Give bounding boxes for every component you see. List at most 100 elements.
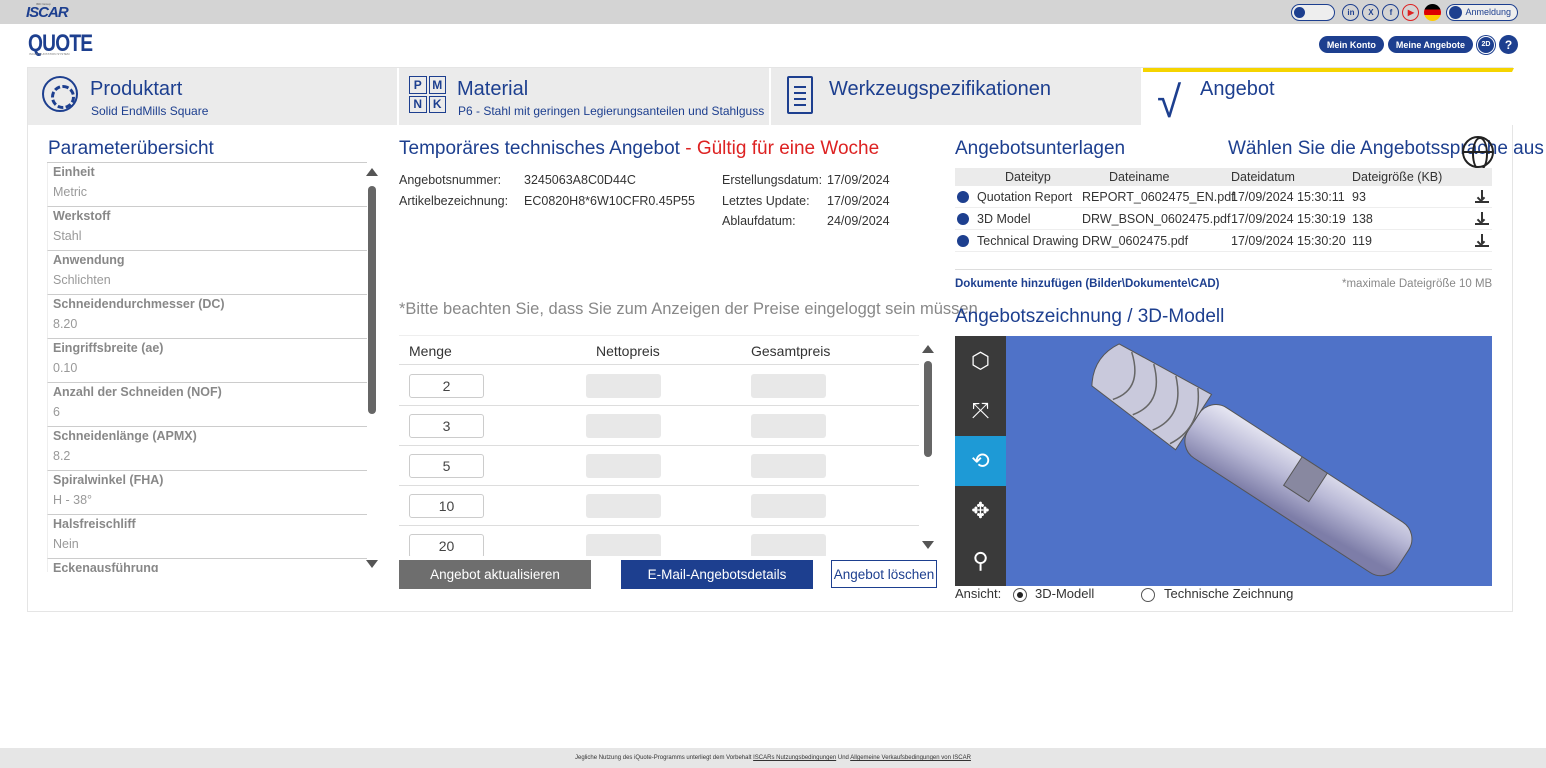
- view-label: Ansicht:: [955, 586, 1002, 601]
- download-icon[interactable]: [1474, 233, 1490, 249]
- quantity-input[interactable]: 5: [409, 454, 484, 478]
- scroll-thumb[interactable]: [924, 361, 932, 457]
- login-button[interactable]: Anmeldung: [1446, 3, 1518, 21]
- expiry-date: 24/09/2024: [827, 214, 890, 228]
- download-icon[interactable]: [1474, 189, 1490, 205]
- param-item: Schneidenlänge (APMX) 8.2: [47, 427, 367, 471]
- scroll-down-icon[interactable]: [922, 541, 934, 549]
- col-nettopreis: Nettopreis: [596, 343, 660, 359]
- facebook-icon[interactable]: f: [1382, 3, 1400, 21]
- article-label: Artikelbezeichnung:: [399, 194, 509, 208]
- tab-material[interactable]: P M N K Material P6 - Stahl mit geringen…: [399, 68, 771, 125]
- language-title: Wählen Sie die Angebotssprache aus: [1228, 138, 1544, 159]
- quantity-input[interactable]: 2: [409, 374, 484, 398]
- price-scrollbar[interactable]: [922, 345, 934, 549]
- iscar-logo[interactable]: IMC Group ISCAR: [26, 2, 80, 22]
- total-price: [751, 494, 826, 518]
- param-item: Anwendung Schlichten: [47, 251, 367, 295]
- file-name: DRW_BSON_0602475.pdf: [1082, 212, 1231, 226]
- scroll-thumb[interactable]: [368, 186, 376, 414]
- file-row[interactable]: 3D Model DRW_BSON_0602475.pdf 17/09/2024…: [955, 208, 1492, 230]
- param-key: Einheit: [53, 165, 95, 179]
- max-size-note: *maximale Dateigröße 10 MB: [1342, 278, 1493, 290]
- account-actions: Mein Konto Meine Angebote 2D ?: [1318, 35, 1518, 54]
- 2d-badge-icon[interactable]: 2D: [1477, 35, 1495, 54]
- params-list[interactable]: Einheit Metric Werkstoff Stahl Anwendung Sc…: [47, 162, 367, 572]
- tab-title: Werkzeugspezifikationen: [829, 78, 1051, 100]
- files-table: Dateityp Dateiname Dateidatum Dateigröße…: [955, 168, 1492, 270]
- total-price: [751, 414, 826, 438]
- quantity-input[interactable]: 3: [409, 414, 484, 438]
- param-value: Stahl: [53, 229, 82, 243]
- params-scrollbar[interactable]: [366, 168, 378, 568]
- param-key: Anwendung: [53, 253, 125, 267]
- param-value: 8.20: [53, 317, 78, 331]
- table-row: 2: [399, 366, 919, 406]
- quantity-input[interactable]: 10: [409, 494, 484, 518]
- x-icon[interactable]: X: [1362, 3, 1380, 21]
- delete-offer-button[interactable]: Angebot löschen: [831, 560, 937, 588]
- created-label: Erstellungsdatum:: [722, 173, 823, 187]
- param-value: Schlichten: [53, 273, 111, 287]
- theme-toggle[interactable]: [1291, 3, 1336, 21]
- logo-text: ISCAR: [26, 4, 69, 21]
- radio-3d-label[interactable]: 3D-Modell: [1035, 586, 1094, 601]
- tab-title: Angebot: [1200, 78, 1275, 100]
- pmnk-n: N: [409, 95, 427, 113]
- col-gesamtpreis: Gesamtpreis: [751, 343, 831, 359]
- file-size: 93: [1352, 190, 1366, 204]
- scroll-up-icon[interactable]: [366, 168, 378, 176]
- scroll-up-icon[interactable]: [922, 345, 934, 353]
- add-documents-link[interactable]: Dokumente hinzufügen (Bilder\Dokumente\C…: [955, 278, 1220, 290]
- email-offer-button[interactable]: E-Mail-Angebotsdetails: [621, 560, 813, 589]
- model-viewer[interactable]: ⬡ ⤧ ⟲ ✥ ⚲: [955, 336, 1492, 586]
- meine-angebote-button[interactable]: Meine Angebote: [1387, 36, 1473, 53]
- param-key: Schneidendurchmesser (DC): [53, 297, 225, 311]
- tab-produktart[interactable]: Produktart Solid EndMills Square: [28, 68, 399, 125]
- total-price: [751, 374, 826, 398]
- user-icon: [1449, 5, 1463, 19]
- download-icon[interactable]: [1474, 211, 1490, 227]
- radio-technical-drawing[interactable]: [1141, 588, 1155, 602]
- param-key: Schneidenlänge (APMX): [53, 429, 197, 443]
- tab-angebot[interactable]: √ Angebot: [1143, 68, 1514, 127]
- youtube-icon[interactable]: ▶: [1402, 3, 1420, 21]
- param-value: Metric: [53, 185, 88, 199]
- help-icon[interactable]: ?: [1499, 35, 1518, 54]
- file-size: 119: [1352, 234, 1372, 248]
- update-offer-button[interactable]: Angebot aktualisieren: [399, 560, 591, 589]
- file-row[interactable]: Technical Drawing DRW_0602475.pdf 17/09/…: [955, 230, 1492, 252]
- end-mill-model: [1091, 343, 1413, 577]
- pmnk-m: M: [428, 76, 446, 94]
- offer-title-valid: - Gültig für eine Woche: [679, 138, 880, 159]
- tab-werkzeugspezifikationen[interactable]: Werkzeugspezifikationen: [771, 68, 1143, 125]
- new-file-icon: [957, 213, 969, 225]
- tab-subtitle: Solid EndMills Square: [91, 104, 209, 118]
- quantity-input[interactable]: 20: [409, 534, 484, 556]
- col-dateigroesse: Dateigröße (KB): [1352, 170, 1443, 184]
- param-value: 6: [53, 405, 60, 419]
- tab-subtitle: P6 - Stahl mit geringen Legierungsanteil…: [458, 104, 765, 118]
- param-key: Werkstoff: [53, 209, 111, 223]
- article-name: EC0820H8*6W10CFR0.45P55: [524, 194, 695, 208]
- sales-terms-link[interactable]: Allgemeine Verkaufsbedingungen von ISCAR: [850, 755, 971, 761]
- file-row[interactable]: Quotation Report REPORT_0602475_EN.pdf 1…: [955, 186, 1492, 208]
- params-title: Parameterübersicht: [48, 138, 214, 159]
- radio-3d-model[interactable]: [1013, 588, 1027, 602]
- param-item: Schneidendurchmesser (DC) 8.20: [47, 295, 367, 339]
- pmnk-p: P: [409, 76, 427, 94]
- german-flag-icon[interactable]: [1424, 3, 1442, 21]
- globe-icon[interactable]: [1462, 136, 1494, 171]
- linkedin-icon[interactable]: in: [1342, 3, 1360, 21]
- scroll-down-icon[interactable]: [366, 560, 378, 568]
- total-price: [751, 534, 826, 556]
- table-row: 5: [399, 446, 919, 486]
- file-size: 138: [1352, 212, 1373, 226]
- radio-drawing-label[interactable]: Technische Zeichnung: [1164, 586, 1293, 601]
- updated-date: 17/09/2024: [827, 194, 890, 208]
- checkmark-icon: √: [1157, 78, 1182, 127]
- offer-title: Temporäres technisches Angebot - Gültig …: [399, 138, 879, 160]
- terms-link[interactable]: ISCARs Nutzungsbedingungen: [753, 755, 836, 761]
- mein-konto-button[interactable]: Mein Konto: [1318, 36, 1384, 53]
- param-value: 0.10: [53, 361, 78, 375]
